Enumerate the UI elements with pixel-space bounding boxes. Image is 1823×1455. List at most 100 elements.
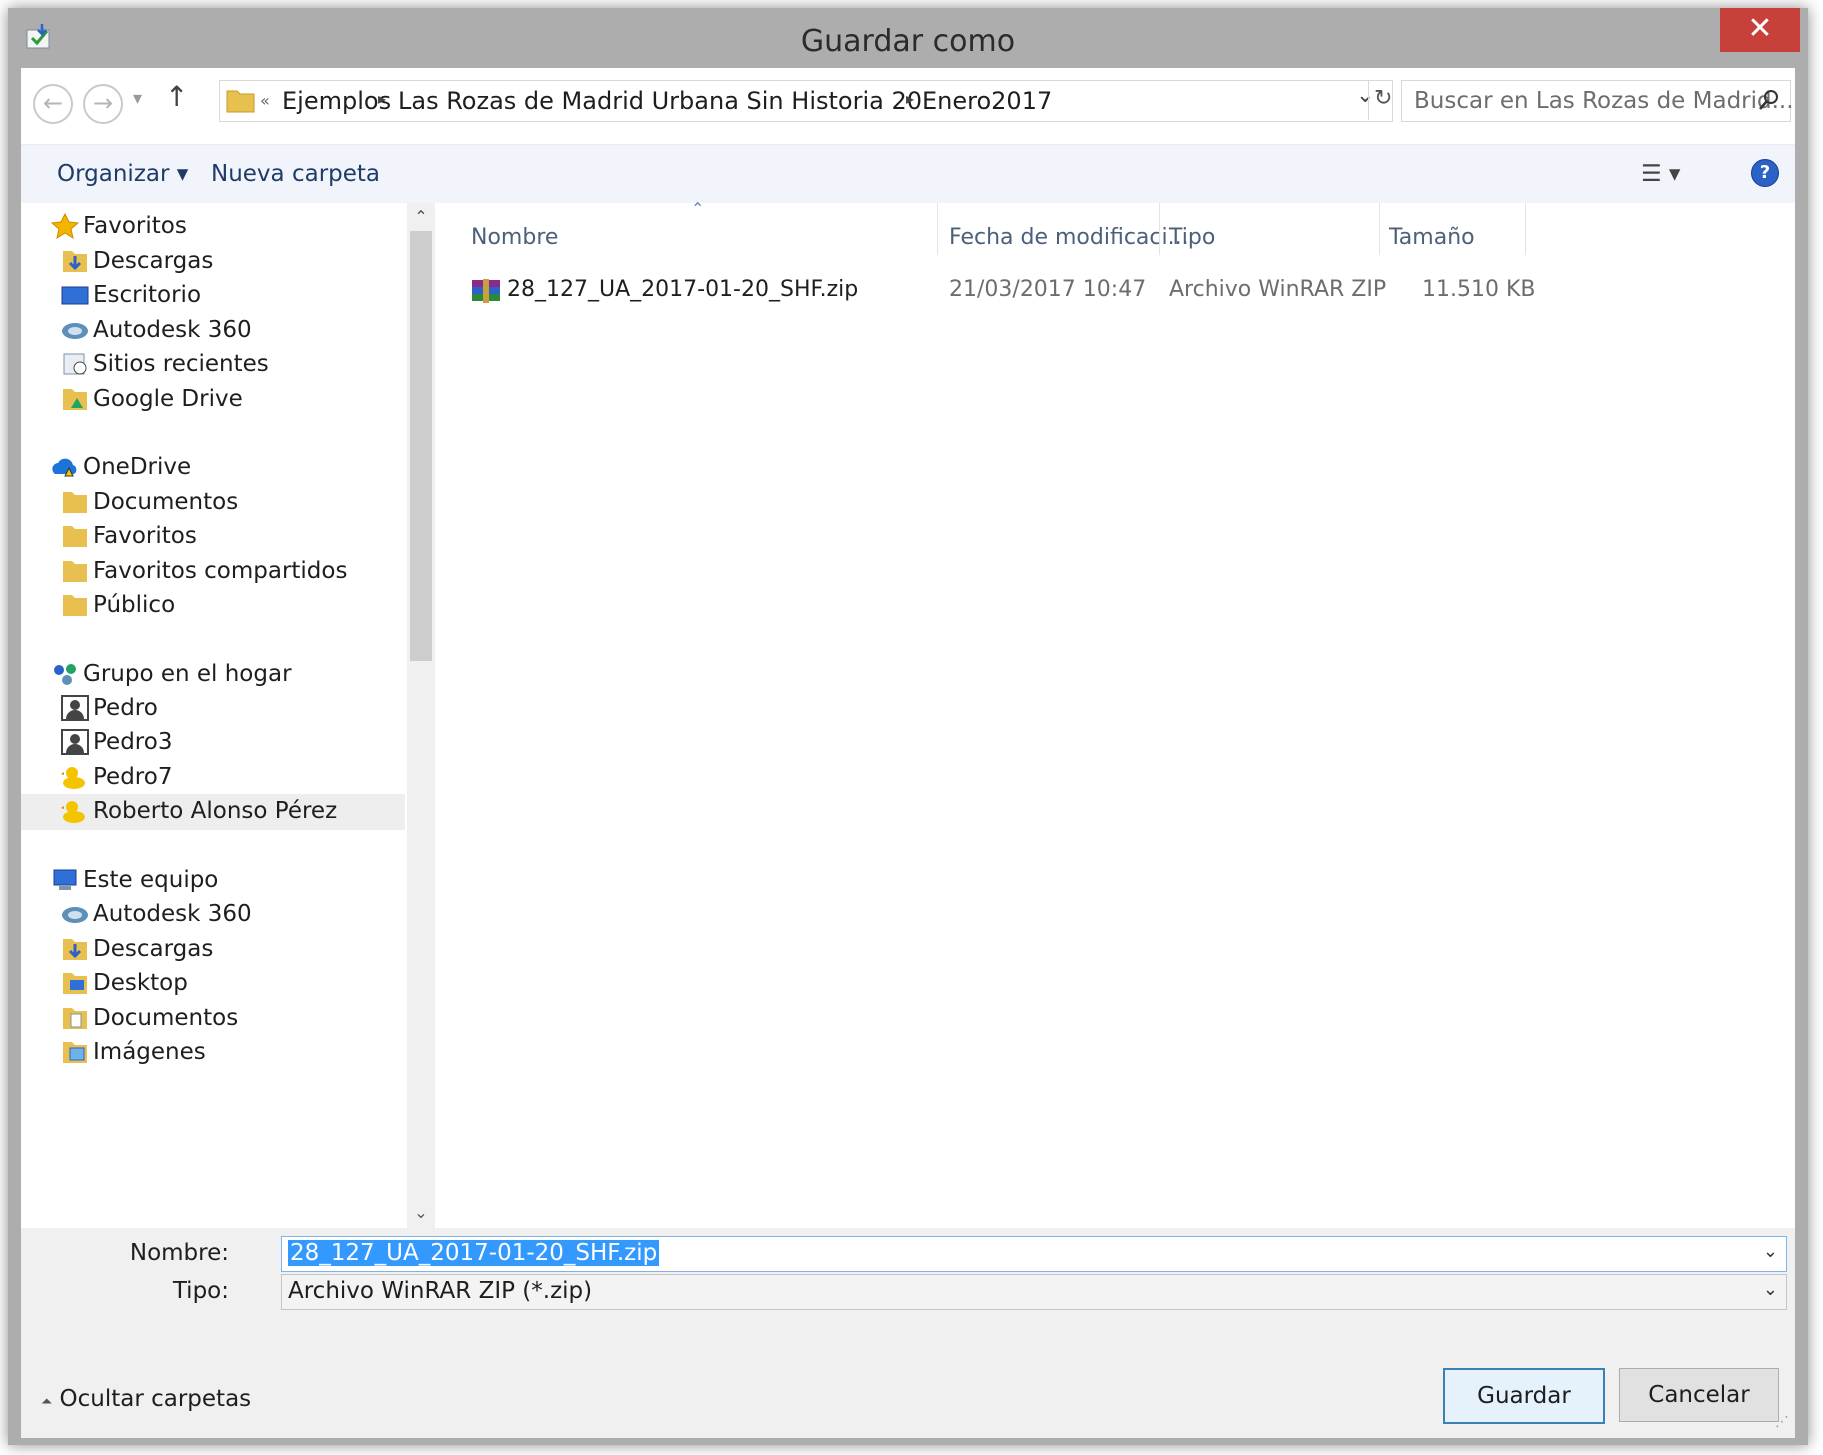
sidebar-item-google-drive[interactable]: Google Drive bbox=[61, 382, 391, 418]
file-name-input[interactable]: 28_127_UA_2017-01-20_SHF.zip ⌄ bbox=[281, 1236, 1787, 1272]
sidebar-item-label: Imágenes bbox=[93, 1039, 206, 1065]
navigation-pane: Favoritos Descargas Escritorio Autodesk … bbox=[21, 203, 407, 1228]
sidebar-item-descargas[interactable]: Descargas bbox=[61, 244, 391, 280]
file-name[interactable]: 28_127_UA_2017-01-20_SHF.zip bbox=[507, 277, 858, 302]
column-divider[interactable] bbox=[1159, 203, 1160, 255]
close-button[interactable]: ✕ bbox=[1720, 8, 1800, 52]
resize-grip-icon[interactable]: ⋰ bbox=[1775, 1414, 1789, 1430]
sidebar-item-documentos-pc[interactable]: Documentos bbox=[61, 1001, 391, 1037]
sidebar-item-favoritos[interactable]: Favoritos bbox=[61, 519, 391, 555]
file-type-value[interactable]: Archivo WinRAR ZIP (*.zip) bbox=[288, 1278, 592, 1304]
address-dropdown-icon[interactable]: ⌄ bbox=[1356, 83, 1374, 108]
sidebar-item-label: Favoritos bbox=[93, 523, 197, 549]
hide-folders-label[interactable]: Ocultar carpetas bbox=[60, 1386, 252, 1412]
collapse-icon[interactable]: ⏶ bbox=[41, 1394, 52, 1410]
recent-locations-button[interactable]: ▾ bbox=[133, 88, 142, 109]
sidebar-item-label: Escritorio bbox=[93, 282, 202, 308]
search-box[interactable]: Buscar en Las Rozas de Madrid... bbox=[1401, 80, 1794, 122]
file-name-input-value[interactable]: 28_127_UA_2017-01-20_SHF.zip bbox=[288, 1240, 660, 1266]
scroll-up-icon[interactable]: ⌃ bbox=[407, 207, 435, 226]
star-icon bbox=[51, 213, 79, 239]
sidebar-item-descargas-pc[interactable]: Descargas bbox=[61, 932, 391, 968]
cancel-button[interactable]: Cancelar bbox=[1619, 1368, 1779, 1422]
column-header-tipo[interactable]: Tipo bbox=[1169, 225, 1215, 250]
column-header-fecha[interactable]: Fecha de modificaci... bbox=[949, 225, 1189, 250]
documents-folder-icon bbox=[63, 1008, 87, 1029]
breadcrumb-separator[interactable]: ▸ bbox=[378, 89, 386, 108]
folder-icon bbox=[226, 90, 255, 113]
dialog-body: ← → ▾ ↑ « Ejemplos ▸ Las Rozas de Madrid… bbox=[21, 68, 1795, 1438]
up-button[interactable]: ↑ bbox=[165, 80, 188, 113]
sidebar-item-pedro[interactable]: Pedro bbox=[61, 691, 391, 727]
column-divider[interactable] bbox=[1379, 203, 1380, 255]
sidebar-item-imagenes[interactable]: Imágenes bbox=[61, 1035, 391, 1071]
user-avatar-icon bbox=[61, 729, 89, 755]
column-header-tamano[interactable]: Tamaño bbox=[1389, 225, 1475, 250]
sidebar-item-sitios-recientes[interactable]: Sitios recientes bbox=[61, 347, 391, 383]
save-as-dialog: Guardar como ✕ ← → ▾ ↑ « Ejemplos ▸ Las … bbox=[8, 8, 1808, 1445]
scrollbar-thumb[interactable] bbox=[410, 231, 432, 661]
file-type-label: Tipo: bbox=[172, 1278, 229, 1304]
sidebar-item-label: Pedro3 bbox=[93, 729, 173, 755]
breadcrumb-ejemplos[interactable]: Ejemplos bbox=[282, 87, 391, 115]
sort-ascending-icon: ⌃ bbox=[691, 199, 705, 218]
breadcrumb-overflow[interactable]: « bbox=[260, 91, 270, 110]
sidebar-item-roberto-alonso-perez[interactable]: Roberto Alonso Pérez bbox=[21, 794, 405, 830]
address-bar[interactable]: « Ejemplos ▸ Las Rozas de Madrid Urbana … bbox=[219, 80, 1393, 122]
file-type-select[interactable]: Archivo WinRAR ZIP (*.zip) ⌄ bbox=[281, 1274, 1787, 1310]
sidebar-group-label: Grupo en el hogar bbox=[83, 661, 292, 687]
sidebar-item-favoritos-compartidos[interactable]: Favoritos compartidos bbox=[61, 554, 391, 590]
sidebar-item-label: Sitios recientes bbox=[93, 351, 269, 377]
refresh-icon[interactable]: ↻ bbox=[1374, 86, 1392, 111]
sidebar-item-label: Favoritos compartidos bbox=[93, 558, 348, 584]
folder-icon bbox=[63, 526, 87, 547]
scroll-down-icon[interactable]: ⌄ bbox=[407, 1203, 435, 1222]
sidebar-item-documentos[interactable]: Documentos bbox=[61, 485, 391, 521]
rubber-duck-avatar-icon bbox=[61, 767, 85, 789]
sidebar-item-pedro7[interactable]: Pedro7 bbox=[61, 760, 391, 796]
file-name-label: Nombre: bbox=[129, 1240, 229, 1266]
column-divider[interactable] bbox=[937, 203, 938, 255]
title-bar[interactable]: Guardar como ✕ bbox=[8, 8, 1808, 68]
rubber-duck-avatar-icon bbox=[61, 801, 85, 823]
downloads-folder-icon bbox=[63, 939, 87, 960]
sidebar-item-publico[interactable]: Público bbox=[61, 588, 391, 624]
sidebar-item-autodesk-360-pc[interactable]: Autodesk 360 bbox=[61, 897, 391, 933]
sidebar-item-desktop[interactable]: Desktop bbox=[61, 966, 391, 1002]
chevron-down-icon[interactable]: ⌄ bbox=[1763, 1241, 1778, 1262]
search-icon[interactable] bbox=[1758, 89, 1780, 111]
save-button[interactable]: Guardar bbox=[1443, 1368, 1605, 1424]
sidebar-group-este-equipo[interactable]: Este equipo bbox=[51, 863, 381, 899]
breadcrumb-current-folder[interactable]: Las Rozas de Madrid Urbana Sin Historia … bbox=[398, 87, 1052, 115]
sidebar-item-autodesk-360[interactable]: Autodesk 360 bbox=[61, 313, 391, 349]
change-view-button[interactable]: ☰ ▾ bbox=[1641, 161, 1680, 187]
address-row: ← → ▾ ↑ « Ejemplos ▸ Las Rozas de Madrid… bbox=[21, 68, 1795, 144]
desktop-folder-icon bbox=[63, 973, 87, 994]
chevron-down-icon[interactable]: ⌄ bbox=[1763, 1279, 1778, 1300]
folder-icon bbox=[63, 561, 87, 582]
forward-button[interactable]: → bbox=[83, 84, 123, 124]
help-button[interactable]: ? bbox=[1751, 159, 1779, 187]
search-placeholder[interactable]: Buscar en Las Rozas de Madrid... bbox=[1414, 88, 1794, 114]
sidebar-group-homegroup[interactable]: Grupo en el hogar bbox=[51, 657, 381, 693]
google-drive-folder-icon bbox=[63, 389, 87, 410]
user-avatar-icon bbox=[61, 695, 89, 721]
sidebar-item-label: Documentos bbox=[93, 1005, 239, 1031]
sidebar-group-label: Favoritos bbox=[83, 213, 187, 239]
back-button[interactable]: ← bbox=[33, 84, 73, 124]
navigation-pane-scrollbar[interactable]: ⌃ ⌄ bbox=[407, 203, 435, 1228]
folder-icon bbox=[63, 595, 87, 616]
sidebar-group-favoritos[interactable]: Favoritos bbox=[51, 209, 381, 245]
new-folder-button[interactable]: Nueva carpeta bbox=[211, 161, 380, 187]
file-date: 21/03/2017 10:47 bbox=[949, 277, 1147, 302]
address-divider bbox=[1368, 80, 1369, 120]
column-header-nombre[interactable]: Nombre bbox=[471, 225, 558, 250]
breadcrumb-separator[interactable]: ▸ bbox=[906, 89, 914, 108]
sidebar-group-onedrive[interactable]: OneDrive bbox=[51, 450, 381, 486]
hide-folders-toggle[interactable]: ⏶ Ocultar carpetas bbox=[41, 1386, 251, 1412]
sidebar-item-pedro3[interactable]: Pedro3 bbox=[61, 725, 391, 761]
organize-menu-button[interactable]: Organizar ▾ bbox=[57, 161, 188, 187]
sidebar-item-escritorio[interactable]: Escritorio bbox=[61, 278, 391, 314]
sidebar-item-label: Pedro7 bbox=[93, 764, 173, 790]
column-divider[interactable] bbox=[1525, 203, 1526, 255]
